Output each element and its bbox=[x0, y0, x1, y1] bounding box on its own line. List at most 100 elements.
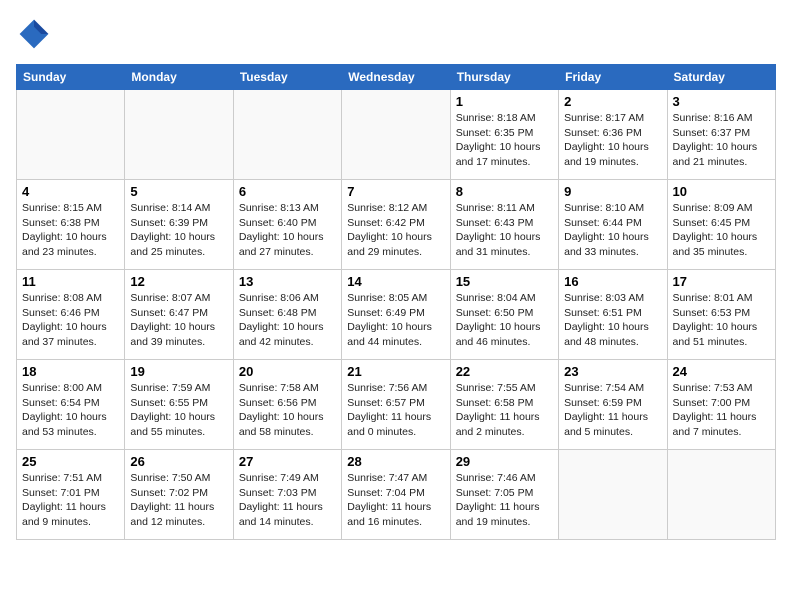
day-number: 3 bbox=[673, 94, 770, 109]
calendar-cell: 23 Sunrise: 7:54 AM Sunset: 6:59 PM Dayli… bbox=[559, 360, 667, 450]
calendar-cell: 26 Sunrise: 7:50 AM Sunset: 7:02 PM Dayli… bbox=[125, 450, 233, 540]
calendar-cell: 10 Sunrise: 8:09 AM Sunset: 6:45 PM Dayli… bbox=[667, 180, 775, 270]
day-number: 13 bbox=[239, 274, 336, 289]
calendar-week-row: 1 Sunrise: 8:18 AM Sunset: 6:35 PM Daylig… bbox=[17, 90, 776, 180]
calendar-cell: 21 Sunrise: 7:56 AM Sunset: 6:57 PM Dayli… bbox=[342, 360, 450, 450]
day-number: 16 bbox=[564, 274, 661, 289]
day-info: Sunrise: 7:59 AM Sunset: 6:55 PM Dayligh… bbox=[130, 381, 227, 440]
calendar-cell: 22 Sunrise: 7:55 AM Sunset: 6:58 PM Dayli… bbox=[450, 360, 558, 450]
day-info: Sunrise: 8:03 AM Sunset: 6:51 PM Dayligh… bbox=[564, 291, 661, 350]
calendar-cell: 11 Sunrise: 8:08 AM Sunset: 6:46 PM Dayli… bbox=[17, 270, 125, 360]
calendar-cell bbox=[125, 90, 233, 180]
calendar-cell: 29 Sunrise: 7:46 AM Sunset: 7:05 PM Dayli… bbox=[450, 450, 558, 540]
day-info: Sunrise: 8:06 AM Sunset: 6:48 PM Dayligh… bbox=[239, 291, 336, 350]
day-number: 25 bbox=[22, 454, 119, 469]
calendar-cell: 4 Sunrise: 8:15 AM Sunset: 6:38 PM Daylig… bbox=[17, 180, 125, 270]
calendar-cell: 8 Sunrise: 8:11 AM Sunset: 6:43 PM Daylig… bbox=[450, 180, 558, 270]
day-info: Sunrise: 7:54 AM Sunset: 6:59 PM Dayligh… bbox=[564, 381, 661, 440]
calendar-cell: 14 Sunrise: 8:05 AM Sunset: 6:49 PM Dayli… bbox=[342, 270, 450, 360]
day-number: 2 bbox=[564, 94, 661, 109]
calendar-cell: 6 Sunrise: 8:13 AM Sunset: 6:40 PM Daylig… bbox=[233, 180, 341, 270]
day-number: 18 bbox=[22, 364, 119, 379]
day-info: Sunrise: 7:49 AM Sunset: 7:03 PM Dayligh… bbox=[239, 471, 336, 530]
calendar-cell: 25 Sunrise: 7:51 AM Sunset: 7:01 PM Dayli… bbox=[17, 450, 125, 540]
day-info: Sunrise: 8:18 AM Sunset: 6:35 PM Dayligh… bbox=[456, 111, 553, 170]
calendar-week-row: 18 Sunrise: 8:00 AM Sunset: 6:54 PM Dayli… bbox=[17, 360, 776, 450]
day-number: 10 bbox=[673, 184, 770, 199]
column-header-saturday: Saturday bbox=[667, 65, 775, 90]
day-info: Sunrise: 7:55 AM Sunset: 6:58 PM Dayligh… bbox=[456, 381, 553, 440]
day-info: Sunrise: 8:11 AM Sunset: 6:43 PM Dayligh… bbox=[456, 201, 553, 260]
column-header-thursday: Thursday bbox=[450, 65, 558, 90]
calendar-cell: 28 Sunrise: 7:47 AM Sunset: 7:04 PM Dayli… bbox=[342, 450, 450, 540]
day-number: 22 bbox=[456, 364, 553, 379]
day-info: Sunrise: 8:00 AM Sunset: 6:54 PM Dayligh… bbox=[22, 381, 119, 440]
day-number: 17 bbox=[673, 274, 770, 289]
day-number: 1 bbox=[456, 94, 553, 109]
calendar-week-row: 11 Sunrise: 8:08 AM Sunset: 6:46 PM Dayli… bbox=[17, 270, 776, 360]
calendar-cell: 27 Sunrise: 7:49 AM Sunset: 7:03 PM Dayli… bbox=[233, 450, 341, 540]
calendar-cell: 18 Sunrise: 8:00 AM Sunset: 6:54 PM Dayli… bbox=[17, 360, 125, 450]
day-info: Sunrise: 7:56 AM Sunset: 6:57 PM Dayligh… bbox=[347, 381, 444, 440]
calendar-cell: 20 Sunrise: 7:58 AM Sunset: 6:56 PM Dayli… bbox=[233, 360, 341, 450]
column-header-tuesday: Tuesday bbox=[233, 65, 341, 90]
day-info: Sunrise: 7:47 AM Sunset: 7:04 PM Dayligh… bbox=[347, 471, 444, 530]
day-info: Sunrise: 8:15 AM Sunset: 6:38 PM Dayligh… bbox=[22, 201, 119, 260]
calendar-cell bbox=[17, 90, 125, 180]
day-number: 11 bbox=[22, 274, 119, 289]
day-number: 29 bbox=[456, 454, 553, 469]
day-info: Sunrise: 8:01 AM Sunset: 6:53 PM Dayligh… bbox=[673, 291, 770, 350]
calendar-cell: 7 Sunrise: 8:12 AM Sunset: 6:42 PM Daylig… bbox=[342, 180, 450, 270]
day-info: Sunrise: 8:05 AM Sunset: 6:49 PM Dayligh… bbox=[347, 291, 444, 350]
day-info: Sunrise: 8:10 AM Sunset: 6:44 PM Dayligh… bbox=[564, 201, 661, 260]
calendar-week-row: 25 Sunrise: 7:51 AM Sunset: 7:01 PM Dayli… bbox=[17, 450, 776, 540]
day-number: 19 bbox=[130, 364, 227, 379]
calendar-cell: 9 Sunrise: 8:10 AM Sunset: 6:44 PM Daylig… bbox=[559, 180, 667, 270]
day-info: Sunrise: 7:50 AM Sunset: 7:02 PM Dayligh… bbox=[130, 471, 227, 530]
day-number: 8 bbox=[456, 184, 553, 199]
day-number: 26 bbox=[130, 454, 227, 469]
day-number: 28 bbox=[347, 454, 444, 469]
day-info: Sunrise: 7:58 AM Sunset: 6:56 PM Dayligh… bbox=[239, 381, 336, 440]
calendar-table: SundayMondayTuesdayWednesdayThursdayFrid… bbox=[16, 64, 776, 540]
day-number: 4 bbox=[22, 184, 119, 199]
day-info: Sunrise: 8:14 AM Sunset: 6:39 PM Dayligh… bbox=[130, 201, 227, 260]
day-number: 12 bbox=[130, 274, 227, 289]
day-info: Sunrise: 8:09 AM Sunset: 6:45 PM Dayligh… bbox=[673, 201, 770, 260]
day-info: Sunrise: 8:12 AM Sunset: 6:42 PM Dayligh… bbox=[347, 201, 444, 260]
day-info: Sunrise: 7:46 AM Sunset: 7:05 PM Dayligh… bbox=[456, 471, 553, 530]
day-number: 20 bbox=[239, 364, 336, 379]
calendar-cell bbox=[559, 450, 667, 540]
logo bbox=[16, 16, 56, 52]
day-number: 21 bbox=[347, 364, 444, 379]
column-header-monday: Monday bbox=[125, 65, 233, 90]
day-number: 15 bbox=[456, 274, 553, 289]
calendar-cell: 15Sunrise: 8:04 AM Sunset: 6:50 PM Dayli… bbox=[450, 270, 558, 360]
calendar-cell bbox=[667, 450, 775, 540]
calendar-cell: 1 Sunrise: 8:18 AM Sunset: 6:35 PM Daylig… bbox=[450, 90, 558, 180]
calendar-header-row: SundayMondayTuesdayWednesdayThursdayFrid… bbox=[17, 65, 776, 90]
day-number: 14 bbox=[347, 274, 444, 289]
calendar-cell: 13 Sunrise: 8:06 AM Sunset: 6:48 PM Dayli… bbox=[233, 270, 341, 360]
calendar-cell: 16 Sunrise: 8:03 AM Sunset: 6:51 PM Dayli… bbox=[559, 270, 667, 360]
calendar-cell: 3Sunrise: 8:16 AM Sunset: 6:37 PM Daylig… bbox=[667, 90, 775, 180]
day-number: 27 bbox=[239, 454, 336, 469]
column-header-wednesday: Wednesday bbox=[342, 65, 450, 90]
day-number: 9 bbox=[564, 184, 661, 199]
calendar-cell: 2Sunrise: 8:17 AM Sunset: 6:36 PM Daylig… bbox=[559, 90, 667, 180]
calendar-cell bbox=[233, 90, 341, 180]
day-number: 23 bbox=[564, 364, 661, 379]
day-number: 6 bbox=[239, 184, 336, 199]
column-header-sunday: Sunday bbox=[17, 65, 125, 90]
day-info: Sunrise: 7:51 AM Sunset: 7:01 PM Dayligh… bbox=[22, 471, 119, 530]
column-header-friday: Friday bbox=[559, 65, 667, 90]
calendar-cell: 17 Sunrise: 8:01 AM Sunset: 6:53 PM Dayli… bbox=[667, 270, 775, 360]
day-info: Sunrise: 8:08 AM Sunset: 6:46 PM Dayligh… bbox=[22, 291, 119, 350]
day-number: 7 bbox=[347, 184, 444, 199]
day-info: Sunrise: 8:07 AM Sunset: 6:47 PM Dayligh… bbox=[130, 291, 227, 350]
day-number: 5 bbox=[130, 184, 227, 199]
calendar-cell: 12 Sunrise: 8:07 AM Sunset: 6:47 PM Dayli… bbox=[125, 270, 233, 360]
day-info: Sunrise: 8:13 AM Sunset: 6:40 PM Dayligh… bbox=[239, 201, 336, 260]
calendar-cell: 5 Sunrise: 8:14 AM Sunset: 6:39 PM Daylig… bbox=[125, 180, 233, 270]
page-header bbox=[16, 16, 776, 52]
